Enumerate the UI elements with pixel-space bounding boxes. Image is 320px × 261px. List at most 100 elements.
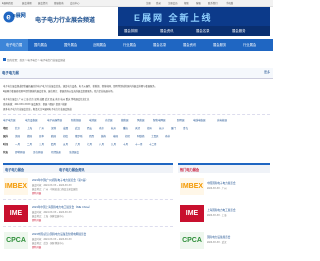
- category-link[interactable]: 俄罗斯: [75, 134, 83, 138]
- topbar-link-member[interactable]: 会员中心: [70, 1, 80, 5]
- expo-logo[interactable]: IMBEX: [4, 178, 28, 195]
- category-link[interactable]: 德国: [27, 134, 32, 138]
- intro-line: 电子电力展会频道提供最新最全的电子电力行业展会信息，涵盖电力设备、电子元器件、新…: [3, 86, 157, 88]
- category-link[interactable]: 电池展: [89, 118, 97, 122]
- category-link[interactable]: 天津: [135, 126, 140, 130]
- expo-title[interactable]: 2023年中国上海国际电力电工展览会（IME China）: [32, 205, 91, 209]
- category-link[interactable]: 新能源展: [71, 118, 81, 122]
- category-link[interactable]: 七月: [87, 142, 92, 146]
- category-link[interactable]: 深圳: [51, 126, 56, 130]
- topbar-link-contact[interactable]: 联系我们: [208, 1, 218, 5]
- category-link[interactable]: 南京: [99, 126, 104, 130]
- category-link[interactable]: 电力设备展: [25, 118, 38, 122]
- category-link[interactable]: 全部展会: [69, 150, 79, 154]
- category-link[interactable]: 印度: [63, 134, 68, 138]
- category-link[interactable]: 储能展: [121, 118, 129, 122]
- topbar-link-help[interactable]: 帮助: [184, 1, 189, 5]
- hot-expo-title[interactable]: 国际电力设备展览会: [207, 235, 230, 239]
- nav-item-overseas[interactable]: 国外展会: [64, 42, 77, 47]
- category-link[interactable]: 日本: [39, 134, 44, 138]
- category-link[interactable]: 南非: [165, 134, 170, 138]
- expo-title[interactable]: 2023中国(武汉)国际电力设备及智能电网展览会: [32, 232, 86, 236]
- category-link[interactable]: 充电桩展: [217, 118, 227, 122]
- hot-expo-logo[interactable]: CPCA: [180, 232, 204, 249]
- category-link[interactable]: 电线电缆展: [193, 118, 206, 122]
- category-link[interactable]: 美国: [15, 134, 20, 138]
- category-link[interactable]: 越南: [101, 134, 106, 138]
- topbar-link-mobile[interactable]: 手机版: [226, 1, 233, 5]
- category-link[interactable]: 成都: [63, 126, 68, 130]
- category-link[interactable]: 韩国: [51, 134, 56, 138]
- category-link[interactable]: 十月: [123, 142, 128, 146]
- category-link[interactable]: 长沙: [159, 126, 164, 130]
- category-link[interactable]: 光伏展: [105, 118, 113, 122]
- topbar-link-home[interactable]: E展网首页: [2, 1, 13, 5]
- category-link[interactable]: 二月: [27, 142, 32, 146]
- topbar-link-login[interactable]: 登录: [156, 1, 161, 5]
- category-link[interactable]: 杭州: [111, 126, 116, 130]
- topbar-link-service[interactable]: 客服: [196, 1, 201, 5]
- banner-strip-item[interactable]: 展会资讯: [160, 28, 174, 33]
- header-banner[interactable]: E展网 全新上线 展会排期 展会资讯 展会名录 展会服务: [118, 7, 270, 36]
- topbar-link-guide[interactable]: 参展指南: [54, 1, 64, 5]
- banner-strip-item[interactable]: 展会排期: [124, 28, 138, 33]
- nav-item-industry-2[interactable]: 行业展会: [243, 42, 256, 47]
- category-link[interactable]: 重庆: [123, 126, 128, 130]
- hot-expo-title[interactable]: 中国国际电子电力展览会: [207, 181, 236, 185]
- nav-item-news[interactable]: 展会资讯: [183, 42, 196, 47]
- category-link[interactable]: 照明展: [177, 118, 185, 122]
- svg-text:e: e: [6, 13, 11, 22]
- tab-expo-news[interactable]: 电子电力展会资讯: [59, 167, 85, 172]
- tab-electric-expo[interactable]: 电子电力展: [2, 70, 19, 75]
- category-link[interactable]: 电子电力展: [3, 118, 16, 122]
- category-link[interactable]: 印尼: [125, 134, 130, 138]
- category-link[interactable]: 十一月: [135, 142, 143, 146]
- category-link[interactable]: 广州: [39, 126, 44, 130]
- category-link[interactable]: 即将开展: [15, 150, 25, 154]
- category-link[interactable]: 风能展: [137, 118, 145, 122]
- expo-logo[interactable]: IME: [4, 205, 28, 222]
- category-link[interactable]: 阿联酋: [137, 134, 145, 138]
- category-link[interactable]: 土耳其: [151, 134, 159, 138]
- category-link[interactable]: 青岛: [183, 126, 188, 130]
- category-link[interactable]: 巴西: [89, 134, 94, 138]
- category-link[interactable]: 五月: [63, 142, 68, 146]
- nav-item-recent[interactable]: 近期展会: [93, 42, 106, 47]
- nav-item-industry[interactable]: 行业展会: [123, 42, 136, 47]
- nav-item-service[interactable]: 展会服务: [213, 42, 226, 47]
- category-link[interactable]: 十二月: [149, 142, 157, 146]
- expo-logo[interactable]: CPCA: [4, 232, 28, 249]
- category-link[interactable]: 厦门: [171, 126, 176, 130]
- category-link[interactable]: 北京: [15, 126, 20, 130]
- more-link[interactable]: 更多: [264, 70, 270, 74]
- category-link[interactable]: 九月: [111, 142, 116, 146]
- category-link[interactable]: 泰国: [113, 134, 118, 138]
- category-link[interactable]: 六月: [75, 142, 80, 146]
- hot-expo-logo[interactable]: IME: [180, 205, 204, 222]
- category-link[interactable]: 三月: [39, 142, 44, 146]
- category-link[interactable]: 电子元器件展: [47, 118, 62, 122]
- topbar-link-signup[interactable]: 注册会员: [168, 1, 178, 5]
- nav-item-directory[interactable]: 展会名录: [153, 42, 166, 47]
- category-link[interactable]: 四月: [51, 142, 56, 146]
- category-link[interactable]: 八月: [99, 142, 104, 146]
- topbar-link-register[interactable]: 注册: [146, 1, 151, 5]
- expo-title[interactable]: 2023年中国(广州)国际电子电力展览会（第X届）: [32, 178, 88, 182]
- topbar-link-news[interactable]: 展会资讯: [38, 1, 48, 5]
- banner-strip-item[interactable]: 展会服务: [232, 28, 246, 33]
- category-link[interactable]: 西安: [87, 126, 92, 130]
- category-link[interactable]: 一月: [15, 142, 20, 146]
- hot-expo-logo[interactable]: IMBEX: [180, 178, 204, 195]
- category-link[interactable]: 郑州: [147, 126, 152, 130]
- category-link[interactable]: 已经结束: [51, 150, 61, 154]
- category-link[interactable]: 正在开展: [33, 150, 43, 154]
- category-link[interactable]: 上海: [27, 126, 32, 130]
- category-link[interactable]: 智能电网展: [153, 118, 166, 122]
- nav-item-electric[interactable]: 电子电力展: [0, 39, 28, 51]
- nav-item-domestic[interactable]: 国内展会: [34, 42, 47, 47]
- category-link[interactable]: 武汉: [75, 126, 80, 130]
- banner-strip-item[interactable]: 展会名录: [196, 28, 210, 33]
- hot-expo-title[interactable]: 上海国际电力电工展览会: [207, 208, 236, 212]
- tab-expo-list[interactable]: 电子电力展会: [5, 167, 24, 172]
- topbar-link-schedule[interactable]: 展会排期: [22, 1, 32, 5]
